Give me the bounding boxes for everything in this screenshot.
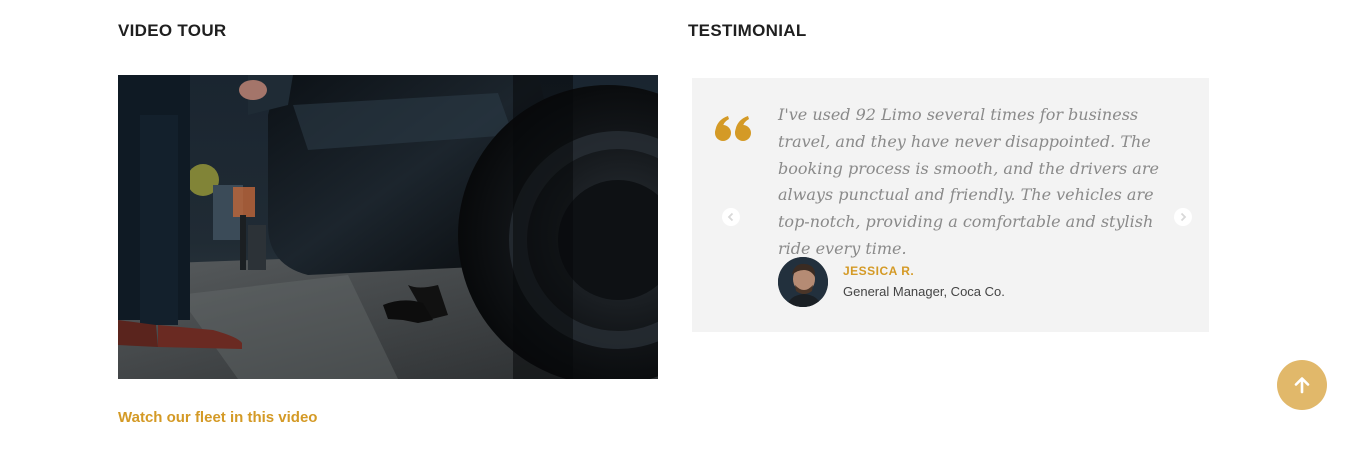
previous-testimonial-button[interactable]: [722, 208, 740, 226]
testimonial-heading: TESTIMONIAL: [688, 21, 807, 40]
next-testimonial-button[interactable]: [1174, 208, 1192, 226]
back-to-top-button[interactable]: [1277, 360, 1327, 410]
author-role: General Manager, Coca Co.: [843, 284, 1005, 299]
chevron-right-icon: [1180, 212, 1187, 222]
watch-fleet-video-link[interactable]: Watch our fleet in this video: [118, 408, 317, 428]
author-avatar: [778, 257, 828, 307]
author-name: JESSICA R.: [843, 264, 915, 278]
video-thumbnail[interactable]: [118, 75, 658, 379]
video-frame-image: [118, 75, 658, 379]
chevron-left-icon: [727, 212, 734, 222]
testimonial-quote: I've used 92 Limo several times for busi…: [778, 105, 1159, 258]
arrow-up-icon: [1294, 377, 1310, 394]
testimonial-card: I've used 92 Limo several times for busi…: [692, 78, 1209, 332]
video-tour-heading: VIDEO TOUR: [118, 21, 227, 40]
quote-icon: [714, 114, 754, 144]
